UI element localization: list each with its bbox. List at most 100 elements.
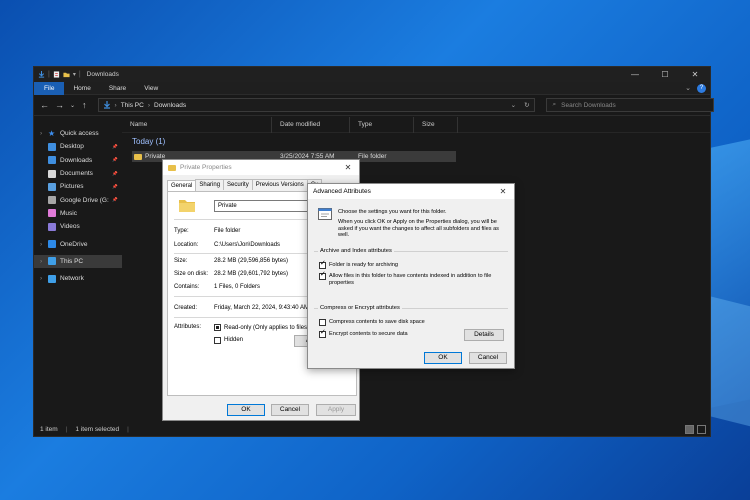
sidebar-item-label: Downloads [60,156,93,164]
sidebar-item-label: Music [60,209,77,217]
up-arrow-icon[interactable]: ↑ [82,100,87,110]
sidebar-item-quick-access[interactable]: › ★ Quick access [34,127,122,140]
close-icon[interactable]: ✕ [337,163,359,172]
status-divider: | [65,426,68,433]
forward-arrow-icon[interactable]: → [55,100,64,110]
pin-icon: 📌 [112,170,118,176]
title-bar: | ▾ | Downloads — ☐ ✕ [34,67,710,82]
recent-locations-icon[interactable]: ⌄ [70,102,75,109]
chevron-right-icon[interactable]: › [40,275,44,282]
ok-button[interactable]: OK [227,404,265,416]
pictures-icon [48,182,56,191]
advanced-attributes-dialog: Advanced Attributes ✕ Choose the setting… [307,183,515,369]
search-box[interactable]: ⌕ Search Downloads [545,98,714,112]
pin-icon: 📌 [112,197,118,203]
column-size[interactable]: Size [414,116,458,133]
sidebar-item-label: This PC [60,257,84,265]
new-folder-icon[interactable] [63,71,70,78]
archive-checkbox[interactable]: Folder is ready for archiving [319,261,506,269]
chevron-right-icon: › [147,101,150,109]
dialog-title-bar: Advanced Attributes ✕ [308,184,514,199]
folder-icon [134,153,142,160]
help-icon[interactable]: ? [697,83,706,93]
sidebar-item-music[interactable]: Music [34,207,122,220]
size-label: Size: [174,258,188,264]
size-value: 28.2 MB (29,596,856 bytes) [214,258,289,264]
size-on-disk-value: 28.2 MB (29,601,792 bytes) [214,271,289,277]
column-type[interactable]: Type [350,116,414,133]
group-header[interactable]: Today (1) [122,133,710,149]
archive-label: Folder is ready for archiving [329,262,399,268]
sidebar-item-label: Videos [60,223,80,231]
refresh-icon[interactable]: ↻ [524,101,529,109]
properties-icon[interactable] [53,71,60,78]
chevron-right-icon[interactable]: › [40,241,44,248]
ok-button[interactable]: OK [424,352,462,364]
drive-icon [48,196,56,205]
close-button[interactable]: ✕ [680,67,710,82]
compress-checkbox[interactable]: Compress contents to save disk space [319,319,506,326]
sidebar-item-onedrive[interactable]: › OneDrive [34,237,122,250]
tab-sharing[interactable]: Sharing [195,179,225,190]
minimize-button[interactable]: — [620,67,650,82]
archive-index-group: Archive and Index attributes [314,248,508,254]
cancel-button[interactable]: Cancel [469,352,507,364]
details-button[interactable]: Details [464,329,504,341]
status-divider: | [127,426,129,433]
large-icons-view-icon[interactable] [697,425,706,434]
type-value: File folder [214,228,241,234]
breadcrumb-downloads[interactable]: Downloads [154,102,186,109]
maximize-button[interactable]: ☐ [650,67,680,82]
readonly-checkbox[interactable]: Read-only (Only applies to files in [214,324,313,331]
tab-general[interactable]: General [167,180,197,191]
sidebar-item-this-pc[interactable]: › This PC [34,254,122,268]
hidden-checkbox[interactable]: Hidden [214,337,243,344]
chevron-down-icon[interactable]: ⌄ [511,101,516,109]
navigation-pane: › ★ Quick access Desktop 📌 Downloads 📌 Document… [34,117,122,423]
intro-text: Choose the settings you want for this fo… [338,209,447,215]
details-view-icon[interactable] [685,425,694,434]
sidebar-item-label: Desktop [60,143,84,151]
apply-button[interactable]: Apply [316,404,356,416]
sidebar-item-label: Documents [60,170,93,178]
created-value: Friday, March 22, 2024, 9:43:40 AM [214,305,309,311]
sidebar-item-label: Pictures [60,183,84,191]
contains-label: Contains: [174,284,200,290]
archive-group-label: Archive and Index attributes [318,248,394,254]
customize-toolbar-icon[interactable]: ▾ [73,71,76,78]
expand-ribbon-icon[interactable]: ⌄ [685,84,691,92]
sidebar-item-documents[interactable]: Documents 📌 [34,167,122,180]
tab-previous-versions[interactable]: Previous Versions [251,179,308,190]
chevron-right-icon[interactable]: › [40,258,44,265]
dialog-title-bar: Private Properties ✕ [163,160,359,175]
tab-view[interactable]: View [135,82,167,95]
download-icon [48,156,56,165]
sidebar-item-desktop[interactable]: Desktop 📌 [34,140,122,153]
breadcrumb-this-pc[interactable]: This PC [121,102,144,109]
star-icon: ★ [48,128,56,138]
contains-value: 1 Files, 0 Folders [214,284,261,290]
tab-share[interactable]: Share [100,82,135,95]
address-bar[interactable]: › This PC › Downloads ⌄ ↻ [97,98,535,112]
close-icon[interactable]: ✕ [492,187,514,196]
sidebar-item-videos[interactable]: Videos [34,220,122,233]
sidebar-item-network[interactable]: › Network [34,272,122,285]
chevron-right-icon: › [114,101,117,109]
index-checkbox[interactable]: Allow files in this folder to have conte… [319,272,506,286]
sidebar-item-pictures[interactable]: Pictures 📌 [34,180,122,193]
compress-group-label: Compress or Encrypt attributes [318,305,402,311]
window-title: Downloads [86,71,119,78]
desktop-icon [48,142,56,151]
tab-security[interactable]: Security [223,179,253,190]
back-arrow-icon[interactable]: ← [40,100,49,110]
column-name[interactable]: Name [122,116,272,133]
created-label: Created: [174,305,198,311]
videos-icon [48,222,56,231]
tab-home[interactable]: Home [64,82,99,95]
chevron-right-icon[interactable]: › [40,130,44,137]
sidebar-item-google-drive-g[interactable]: Google Drive (G: 📌 [34,193,122,206]
tab-file[interactable]: File [34,81,65,95]
cancel-button[interactable]: Cancel [271,404,309,416]
sidebar-item-downloads[interactable]: Downloads 📌 [34,154,122,167]
column-date-modified[interactable]: Date modified [272,116,350,133]
